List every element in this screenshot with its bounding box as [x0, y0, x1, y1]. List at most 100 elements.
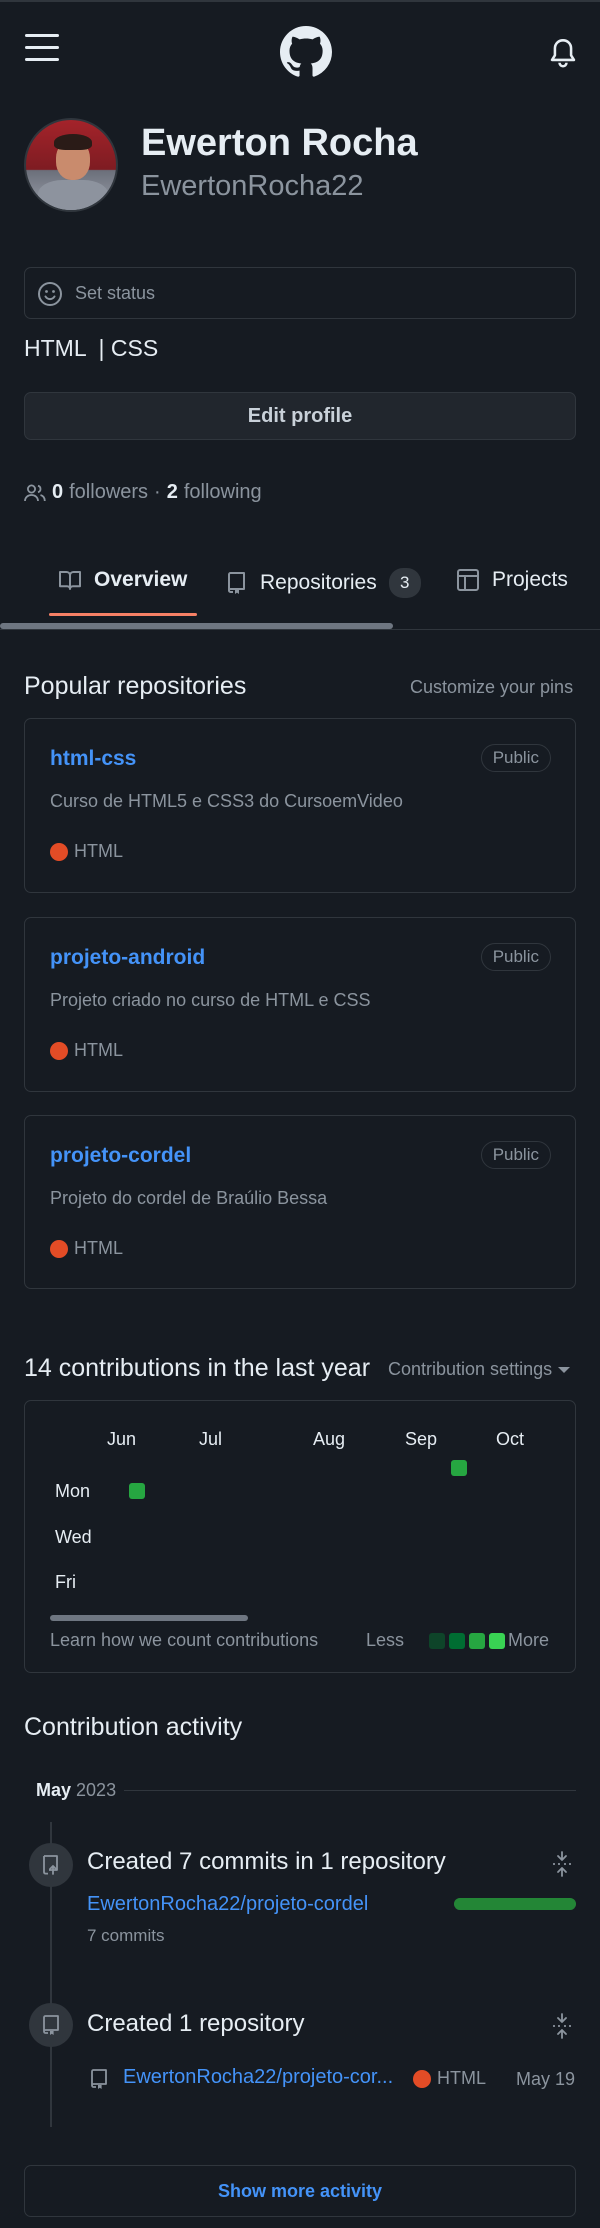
pinned-repo-card: projeto-cordel Public Projeto do cordel … [24, 1115, 576, 1289]
contribution-cell[interactable] [129, 1483, 145, 1499]
language-color-dot [413, 2069, 431, 2088]
contribution-calendar: Jun Jul Aug Sep Oct Mon Wed Fri Learn ho… [24, 1400, 576, 1673]
tabs-scrollbar[interactable] [0, 623, 393, 629]
calendar-month: Jun [107, 1429, 137, 1449]
activity-repo-link[interactable]: EwertonRocha22/projeto-cor... [123, 2066, 393, 2089]
visibility-badge: Public [480, 1141, 551, 1169]
calendar-month: Sep [405, 1429, 438, 1449]
repo-language: HTML [50, 841, 123, 862]
repo-language: HTML [413, 2068, 486, 2089]
follow-stats: 0 followers · 2 following [24, 481, 262, 504]
legend-less-label: Less [366, 1630, 405, 1650]
calendar-month: Aug [313, 1429, 346, 1449]
repo-icon [228, 572, 245, 594]
language-name: HTML [74, 1238, 123, 1258]
pinned-repo-link[interactable]: html-css [50, 747, 136, 771]
activity-commit-count[interactable]: 7 commits [87, 1926, 164, 1946]
contribution-cell[interactable] [451, 1460, 467, 1476]
contributions-title: 14 contributions in the last year [24, 1354, 371, 1382]
profile-tabs: Overview Repositories 3 Projects [0, 540, 600, 630]
activity-repo-link[interactable]: EwertonRocha22/projeto-cordel [87, 1893, 368, 1916]
hamburger-icon[interactable] [25, 34, 59, 62]
learn-contributions-link[interactable]: Learn how we count contributions [50, 1630, 318, 1651]
visibility-badge: Public [480, 943, 551, 971]
pinned-repo-card: projeto-android Public Projeto criado no… [24, 917, 576, 1092]
profile-bio: HTML | CSS [24, 335, 159, 361]
calendar-scrollbar[interactable] [50, 1615, 248, 1621]
profile-login: EwertonRocha22 [141, 170, 364, 202]
fold-icon[interactable] [551, 1851, 573, 1877]
activity-heading: Created 1 repository [87, 2010, 305, 2037]
repo-description: Projeto criado no curso de HTML e CSS [50, 990, 371, 1010]
repo-icon [43, 2015, 59, 2035]
activity-title: Contribution activity [24, 1713, 243, 1741]
fold-icon[interactable] [551, 2013, 573, 2039]
commit-progress-bar [454, 1898, 576, 1910]
contribution-settings-dropdown[interactable]: Contribution settings [388, 1359, 571, 1380]
language-color-dot [50, 1239, 68, 1258]
repo-push-icon [43, 1855, 58, 1875]
legend-cell [429, 1633, 445, 1649]
commit-progress-fill [454, 1898, 576, 1910]
follow-separator: · [154, 481, 161, 503]
repo-language: HTML [50, 1238, 123, 1259]
bell-icon[interactable] [549, 38, 577, 68]
calendar-day-label: Wed [55, 1527, 92, 1547]
tab-overview-label: Overview [94, 568, 188, 591]
activity-month-heading: May 2023 [36, 1780, 576, 1800]
edit-profile-button[interactable]: Edit profile [24, 392, 576, 440]
legend-more-label: More [508, 1630, 550, 1650]
tab-projects-label: Projects [492, 568, 568, 591]
repo-icon [91, 2069, 107, 2089]
language-name: HTML [437, 2068, 486, 2088]
pinned-repo-card: html-css Public Curso de HTML5 e CSS3 do… [24, 718, 576, 893]
legend-cell [449, 1633, 465, 1649]
pinned-repo-link[interactable]: projeto-cordel [50, 1144, 191, 1168]
following-label[interactable]: following [184, 481, 262, 504]
month-divider [124, 1790, 576, 1791]
timeline-badge [29, 1843, 73, 1887]
smiley-icon [38, 282, 62, 306]
language-name: HTML [74, 1040, 123, 1060]
book-icon [59, 571, 81, 590]
repo-language: HTML [50, 1040, 123, 1061]
tab-overview[interactable]: Overview [58, 568, 187, 592]
caret-down-icon [558, 1366, 571, 1373]
activity-month: May 2023 [36, 1780, 117, 1800]
followers-count[interactable]: 0 [52, 481, 63, 504]
following-count[interactable]: 2 [167, 481, 178, 504]
set-status-label: Set status [75, 283, 156, 303]
repo-created-date: May 19 [516, 2069, 576, 2089]
profile-header: Ewerton Rocha EwertonRocha22 [24, 118, 584, 218]
repositories-counter: 3 [388, 568, 421, 598]
show-more-activity-button[interactable]: Show more activity [24, 2165, 576, 2217]
tab-selected-indicator [49, 613, 197, 616]
calendar-day-label: Mon [55, 1481, 91, 1501]
visibility-badge: Public [480, 744, 551, 772]
legend-cell [469, 1633, 485, 1649]
profile-name: Ewerton Rocha [141, 122, 418, 164]
top-bar [0, 0, 600, 100]
avatar[interactable] [24, 118, 118, 212]
table-icon [457, 569, 479, 591]
github-mark-icon[interactable] [280, 26, 332, 78]
repo-description: Projeto do cordel de Braúlio Bessa [50, 1188, 328, 1208]
set-status-button[interactable]: Set status [24, 267, 576, 319]
calendar-day-label: Fri [55, 1572, 76, 1592]
tab-repositories-label: Repositories [260, 571, 377, 594]
language-name: HTML [74, 841, 123, 861]
popular-repos-title: Popular repositories [24, 672, 247, 700]
legend-cell [489, 1633, 505, 1649]
people-icon [24, 484, 46, 501]
activity-heading: Created 7 commits in 1 repository [87, 1848, 446, 1875]
customize-pins-link[interactable]: Customize your pins [410, 677, 573, 698]
followers-label[interactable]: followers [69, 481, 148, 504]
tab-projects[interactable]: Projects [456, 568, 568, 592]
tab-repositories[interactable]: Repositories 3 [224, 568, 421, 598]
timeline-badge [29, 2003, 73, 2047]
repo-description: Curso de HTML5 e CSS3 do CursoemVideo [50, 791, 403, 811]
language-color-dot [50, 842, 68, 861]
contribution-settings-label: Contribution settings [388, 1359, 553, 1379]
pinned-repo-link[interactable]: projeto-android [50, 946, 205, 970]
calendar-month: Oct [496, 1429, 525, 1449]
